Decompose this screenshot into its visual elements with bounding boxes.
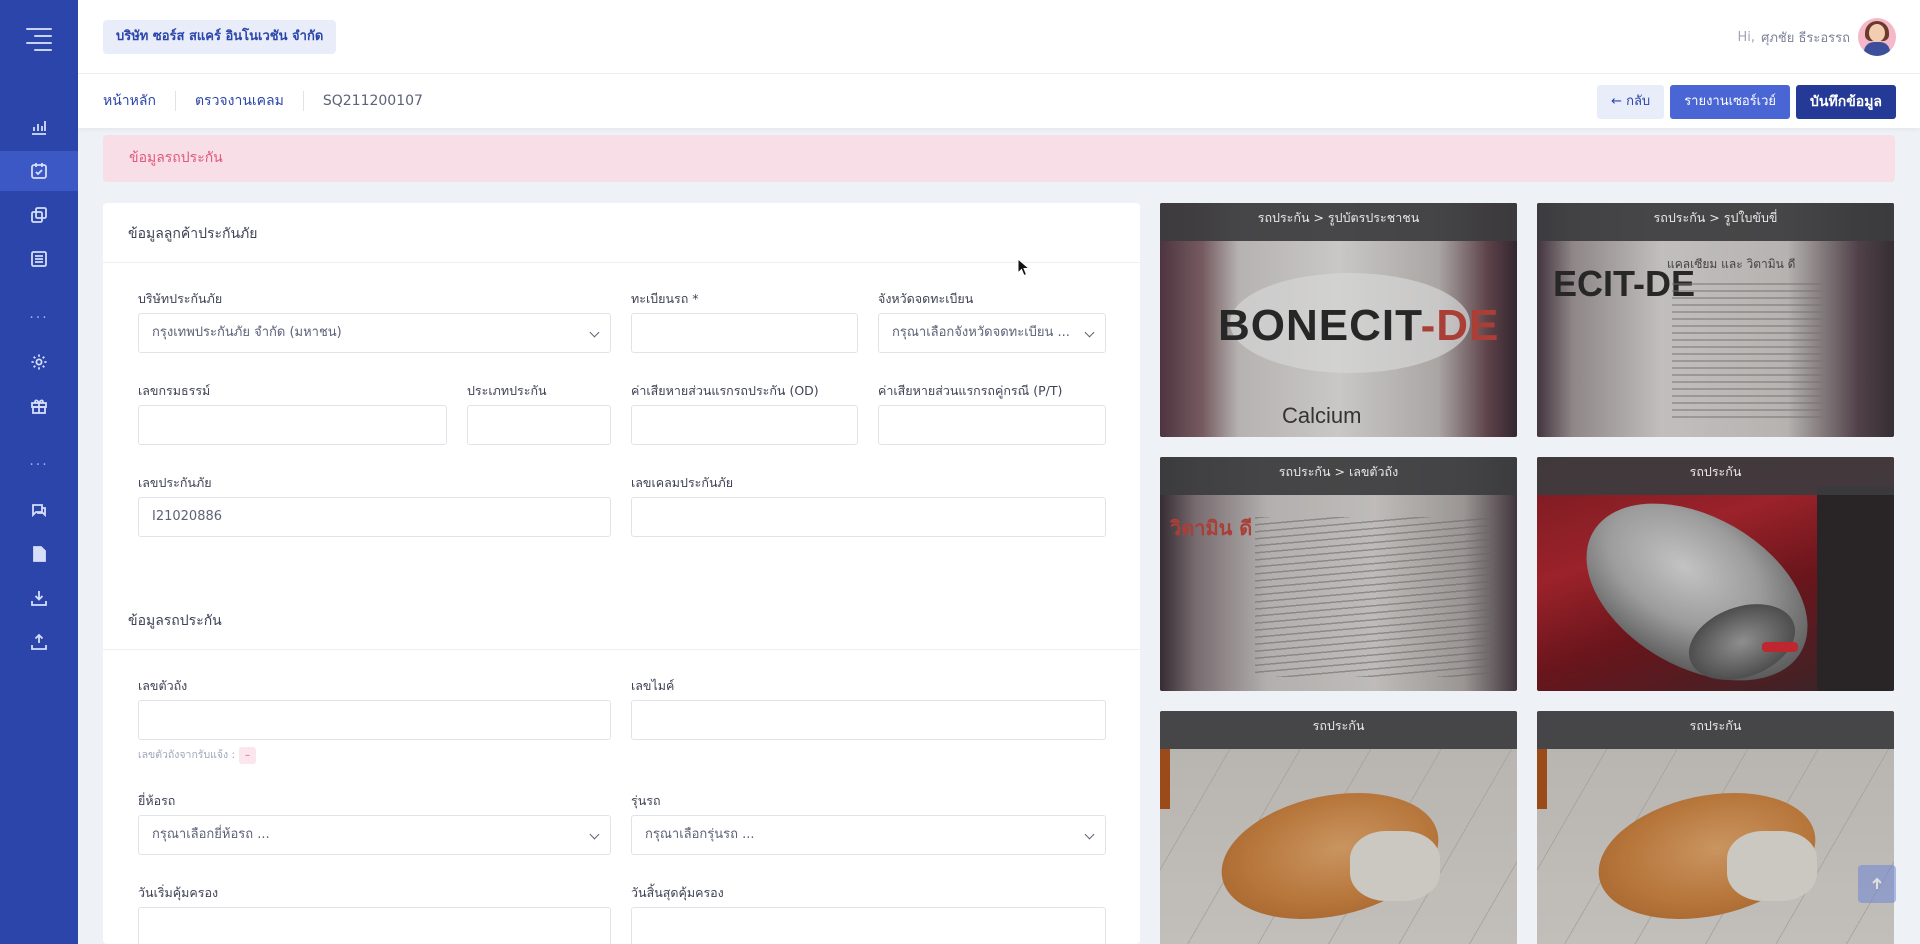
brand-label: ยี่ห้อรถ — [138, 793, 176, 808]
user-greeting: Hi, — [1737, 29, 1756, 45]
chevron-down-icon — [1084, 829, 1095, 840]
photo-caption: รถประกัน > รูปบัตรประชาชน — [1160, 203, 1517, 241]
chassis-label: เลขตัวถัง — [138, 678, 188, 693]
photo-vehicle-1[interactable]: รถประกัน — [1537, 457, 1894, 691]
chevron-down-icon — [1084, 327, 1095, 338]
user-name: ศุภชัย ธีระอรรถ — [1761, 30, 1850, 46]
insurer-label: บริษัทประกันภัย — [138, 291, 223, 306]
policy-input[interactable] — [138, 405, 447, 445]
sidebar-item-settings[interactable] — [0, 342, 78, 382]
top-header: บริษัท ซอร์ส สแคร์ อินโนเวชัน จำกัด Hi, … — [78, 0, 1920, 74]
photo-driver-license[interactable]: ECIT-DE แคลเซียม และ วิตามิน ดี รถประกัน… — [1537, 203, 1894, 437]
model-placeholder: กรุณาเลือกรุ่นรถ ... — [645, 827, 755, 842]
policy-label: เลขกรมธรรม์ — [138, 383, 211, 398]
coverage-end-label: วันสิ้นสุดคุ้มครอง — [631, 885, 724, 900]
sidebar-item-chat[interactable] — [0, 490, 78, 530]
plate-input[interactable] — [631, 313, 858, 353]
photo-caption: รถประกัน — [1537, 711, 1894, 749]
vehicle-section-title: ข้อมูลรถประกัน — [128, 613, 222, 629]
insurance-type-label: ประเภทประกัน — [467, 383, 547, 398]
chart-icon — [32, 121, 46, 135]
claim-no-label: เลขเคลมประกันภัย — [631, 475, 734, 490]
calendar-check-icon — [31, 163, 47, 179]
menu-icon[interactable] — [26, 28, 52, 51]
sidebar-item-claim-review[interactable] — [0, 151, 78, 191]
gift-icon — [31, 399, 47, 414]
copy-icon — [31, 207, 47, 223]
photo-chassis-number[interactable]: วิตามิน ดี รถประกัน > เลขตัวถัง — [1160, 457, 1517, 691]
chassis-input[interactable] — [138, 700, 611, 740]
coverage-end-input[interactable] — [631, 907, 1106, 944]
chat-icon — [32, 504, 46, 518]
arrow-up-icon — [1872, 877, 1882, 889]
breadcrumb-home[interactable]: หน้าหลัก — [103, 90, 156, 112]
claim-no-input[interactable] — [631, 497, 1106, 537]
mileage-label: เลขไมค์ — [631, 678, 675, 693]
mouse-cursor-icon — [1017, 258, 1031, 277]
user-menu[interactable]: Hi, ศุภชัย ธีระอรรถ — [1738, 17, 1896, 57]
province-select[interactable]: กรุณาเลือกจังหวัดจดทะเบียน ... — [878, 313, 1106, 353]
chassis-hint-value: – — [239, 747, 257, 764]
brand-select[interactable]: กรุณาเลือกยี่ห้อรถ ... — [138, 815, 611, 855]
sidebar-divider: ··· — [29, 457, 49, 473]
chevron-down-icon — [589, 327, 600, 338]
sidebar-item-download[interactable] — [0, 578, 78, 618]
insurance-no-input[interactable]: I21020886 — [138, 497, 611, 537]
download-icon — [31, 591, 47, 606]
avatar[interactable] — [1858, 18, 1896, 56]
pt-input[interactable] — [878, 405, 1106, 445]
breadcrumb-claim-review[interactable]: ตรวจงานเคลม — [195, 90, 284, 112]
section-alert: ข้อมูลรถประกัน — [103, 135, 1895, 182]
customer-section-title: ข้อมูลลูกค้าประกันภัย — [128, 226, 258, 242]
document-icon — [33, 546, 46, 562]
sidebar-divider: ··· — [29, 310, 49, 326]
sidebar-item-dashboard[interactable] — [0, 107, 78, 147]
chevron-down-icon — [589, 829, 600, 840]
breadcrumb: หน้าหลัก ตรวจงานเคลม SQ211200107 — [103, 74, 423, 128]
gear-icon — [31, 354, 47, 370]
coverage-start-label: วันเริ่มคุ้มครอง — [138, 885, 219, 900]
breadcrumb-current: SQ211200107 — [322, 93, 423, 109]
chassis-hint: เลขตัวถังจากรับแจ้ง : – — [138, 746, 257, 764]
upload-icon — [31, 633, 47, 650]
sub-header: หน้าหลัก ตรวจงานเคลม SQ211200107 ← กลับ … — [78, 74, 1920, 128]
model-select[interactable]: กรุณาเลือกรุ่นรถ ... — [631, 815, 1106, 855]
model-label: รุ่นรถ — [631, 793, 661, 808]
insurer-select[interactable]: กรุงเทพประกันภัย จำกัด (มหาชน) — [138, 313, 611, 353]
photo-caption: รถประกัน — [1160, 711, 1517, 749]
mileage-input[interactable] — [631, 700, 1106, 740]
insurance-no-label: เลขประกันภัย — [138, 475, 212, 490]
photo-vehicle-3[interactable]: รถประกัน — [1537, 711, 1894, 944]
province-label: จังหวัดจดทะเบียน — [878, 291, 974, 306]
sidebar-item-documents[interactable] — [0, 534, 78, 574]
photo-id-card[interactable]: BONECIT-DE Calcium รถประกัน > รูปบัตรประ… — [1160, 203, 1517, 437]
photo-caption: รถประกัน > เลขตัวถัง — [1160, 457, 1517, 495]
insurer-value: กรุงเทพประกันภัย จำกัด (มหาชน) — [152, 325, 342, 340]
back-button[interactable]: ← กลับ — [1597, 85, 1665, 119]
sidebar-item-upload[interactable] — [0, 622, 78, 662]
survey-report-button[interactable]: รายงานเซอร์เวย์ — [1670, 85, 1791, 119]
sidebar-item-copy[interactable] — [0, 195, 78, 235]
insurance-type-input[interactable] — [467, 405, 611, 445]
photo-caption: รถประกัน > รูปใบขับขี่ — [1537, 203, 1894, 241]
photo-vehicle-2[interactable]: รถประกัน — [1160, 711, 1517, 944]
province-placeholder: กรุณาเลือกจังหวัดจดทะเบียน ... — [892, 325, 1070, 340]
pt-label: ค่าเสียหายส่วนแรกรถคู่กรณี (P/T) — [878, 383, 1063, 398]
save-button[interactable]: บันทึกข้อมูล — [1796, 85, 1896, 119]
coverage-start-input[interactable] — [138, 907, 611, 944]
company-badge[interactable]: บริษัท ซอร์ส สแคร์ อินโนเวชัน จำกัด — [103, 20, 337, 54]
plate-label: ทะเบียนรถ * — [631, 291, 699, 306]
sidebar-item-rewards[interactable] — [0, 386, 78, 426]
od-input[interactable] — [631, 405, 858, 445]
list-icon — [31, 251, 47, 267]
scroll-top-button[interactable] — [1858, 865, 1896, 903]
claim-form-card: ข้อมูลลูกค้าประกันภัย บริษัทประกันภัย กร… — [103, 203, 1140, 944]
sidebar: ··· ··· — [0, 0, 78, 944]
photo-caption: รถประกัน — [1537, 457, 1894, 495]
brand-placeholder: กรุณาเลือกยี่ห้อรถ ... — [152, 827, 270, 842]
sidebar-item-list[interactable] — [0, 239, 78, 279]
od-label: ค่าเสียหายส่วนแรกรถประกัน (OD) — [631, 383, 819, 398]
chassis-hint-label: เลขตัวถังจากรับแจ้ง : — [138, 749, 236, 761]
